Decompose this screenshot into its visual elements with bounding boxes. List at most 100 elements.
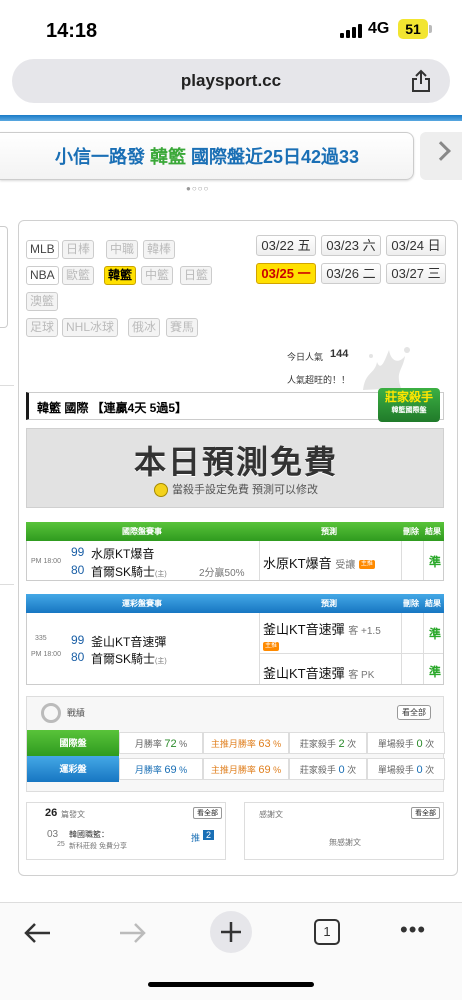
- count-unit: 次: [425, 765, 435, 775]
- post-label: 篇發文: [61, 810, 85, 819]
- sport-button-row1-2[interactable]: 中職: [106, 240, 139, 259]
- pick-note: 客 +1.5: [348, 626, 381, 637]
- site-header-strip: [0, 115, 462, 121]
- banner-highlight: 韓籃: [149, 147, 186, 167]
- sport-button-row1-3[interactable]: 韓棒: [143, 240, 176, 259]
- sport-button-row4-0[interactable]: 足球: [26, 318, 59, 337]
- win-rate: 72: [164, 738, 177, 750]
- col-result: 結果: [425, 599, 441, 608]
- lottery-game-row: 335 PM 18:00 99 釜山KT音速彈 80 首爾SK騎士(主) 釜山K…: [26, 613, 444, 685]
- sport-button-row2-3[interactable]: 中籃: [141, 266, 174, 285]
- win-rate: 69: [164, 764, 177, 776]
- sport-button-row4-2[interactable]: 俄冰: [128, 318, 161, 337]
- killer-badge-sub: 韓籃國際盤: [391, 407, 427, 414]
- game-time: PM 18:00: [31, 558, 61, 565]
- sport-button-row1-1[interactable]: 日棒: [62, 240, 95, 259]
- post-subtitle[interactable]: 新科莊殺 免費分享: [69, 841, 127, 851]
- away-team[interactable]: 釜山KT音速彈: [91, 633, 166, 650]
- killer-count: 0: [338, 764, 345, 776]
- more-menu-icon[interactable]: •••: [400, 917, 426, 943]
- sport-button-row4-1[interactable]: NHL冰球: [62, 318, 119, 337]
- back-icon[interactable]: [22, 921, 52, 945]
- post-title[interactable]: 韓國職籃：: [69, 829, 109, 840]
- main-win-label: 主推月勝率: [210, 765, 256, 775]
- url-text[interactable]: playsport.cc: [12, 59, 450, 103]
- col-event: 國際盤賽事: [122, 527, 162, 536]
- home-team[interactable]: 首爾SK騎士: [91, 565, 155, 579]
- record-row-lottery: 運彩盤 月勝率 69 % 主推月勝率 69 % 莊家殺手 0 次 單場殺手 0 …: [27, 756, 445, 782]
- col-result: 結果: [425, 527, 441, 536]
- sport-button-row2-2[interactable]: 韓籃: [104, 266, 137, 285]
- tennis-ball-icon: [153, 483, 168, 498]
- home-team[interactable]: 首爾SK騎士: [91, 652, 155, 666]
- side-menu[interactable]: [0, 385, 14, 585]
- push-count: 2: [203, 830, 215, 840]
- promo-banner[interactable]: 小信一路發 韓籃 國際盤近25日42過33: [0, 132, 414, 180]
- thanks-box: 感謝文 看全部 無感謝文: [244, 802, 444, 860]
- killer-count: 2: [338, 738, 345, 750]
- pick-tag: 主推: [358, 560, 375, 570]
- lottery-table-header: 運彩盤賽事 預測 刪除 結果: [26, 594, 444, 613]
- killer-label: 莊家殺手: [299, 739, 336, 749]
- banner-next-button[interactable]: [420, 132, 462, 180]
- single-label: 單場殺手: [377, 739, 414, 749]
- home-tag: (主): [155, 658, 167, 665]
- address-bar[interactable]: playsport.cc: [12, 59, 450, 103]
- date-button-4[interactable]: 03/26 二: [321, 263, 381, 284]
- sport-button-row2-4[interactable]: 日籃: [180, 266, 213, 285]
- posts-box: 26 篇發文 看全部 03 25 韓國職籃： 新科莊殺 免費分享 推 2: [26, 802, 226, 860]
- sport-button-row4-3[interactable]: 賽馬: [166, 318, 199, 337]
- main-win-label: 主推月勝率: [210, 739, 256, 749]
- pct-unit: %: [179, 765, 188, 775]
- date-button-1[interactable]: 03/23 六: [321, 235, 381, 256]
- pct-unit: %: [273, 765, 282, 775]
- single-count: 0: [416, 738, 423, 750]
- posts-view-all-button[interactable]: 看全部: [193, 807, 222, 819]
- post-count: 26: [45, 807, 58, 819]
- thanks-view-all-button[interactable]: 看全部: [411, 807, 440, 819]
- result-value: 準: [429, 627, 442, 641]
- tabs-button[interactable]: 1: [314, 919, 340, 945]
- sport-button-row2-1[interactable]: 歐籃: [62, 266, 95, 285]
- promo-banner-text[interactable]: 小信一路發 韓籃 國際盤近25日42過33: [0, 133, 414, 181]
- new-tab-button[interactable]: [210, 911, 252, 953]
- pick-team: 釜山KT音速彈: [263, 666, 345, 681]
- chevron-right-icon: [431, 141, 451, 161]
- thanks-label: 感謝文: [259, 810, 283, 819]
- side-tab[interactable]: [0, 226, 8, 328]
- thanks-empty: 無感謝文: [329, 838, 361, 847]
- sport-button-row3-0[interactable]: 澳籃: [26, 292, 59, 311]
- section-title: 韓籃 國際 【連贏4天 5過5】: [37, 401, 188, 415]
- record-view-all-button[interactable]: 看全部: [397, 705, 431, 720]
- away-number: 99: [71, 633, 85, 647]
- sport-button-row2-0[interactable]: NBA: [26, 266, 59, 285]
- game-code: 335: [35, 635, 47, 642]
- date-button-0[interactable]: 03/22 五: [256, 235, 316, 256]
- away-team[interactable]: 水原KT爆音: [91, 545, 154, 562]
- intl-game-row: PM 18:00 99 水原KT爆音 80 首爾SK騎士(主) 2分贏50% 水…: [26, 541, 444, 581]
- network-type: 4G: [368, 20, 390, 37]
- single-count: 0: [416, 764, 423, 776]
- free-banner-title: 本日預測免費: [133, 444, 338, 480]
- signal-icon: [340, 24, 362, 38]
- share-icon[interactable]: [410, 69, 432, 93]
- sport-button-row1-0[interactable]: MLB: [26, 240, 59, 259]
- date-button-2[interactable]: 03/24 日: [386, 235, 446, 256]
- push-label: 推: [191, 833, 201, 843]
- home-indicator: [148, 982, 314, 987]
- forward-icon[interactable]: [118, 921, 148, 945]
- spread-stat: 2分贏50%: [199, 568, 245, 579]
- col-delete: 刪除: [403, 527, 419, 536]
- col-pick: 預測: [321, 527, 337, 536]
- battery-tip: [429, 25, 432, 33]
- killer-badge: 莊家殺手 韓籃國際盤: [378, 388, 440, 422]
- record-row-label: 運彩盤: [27, 756, 119, 782]
- game-time: PM 18:00: [31, 651, 61, 658]
- date-button-3[interactable]: 03/25 一: [256, 263, 316, 284]
- win-label: 月勝率: [134, 765, 162, 775]
- home-number: 80: [71, 650, 85, 664]
- plus-icon: [221, 922, 241, 942]
- popularity-note: 人氣超旺的！！: [287, 375, 351, 385]
- single-label: 單場殺手: [377, 765, 414, 775]
- date-button-5[interactable]: 03/27 三: [386, 263, 446, 284]
